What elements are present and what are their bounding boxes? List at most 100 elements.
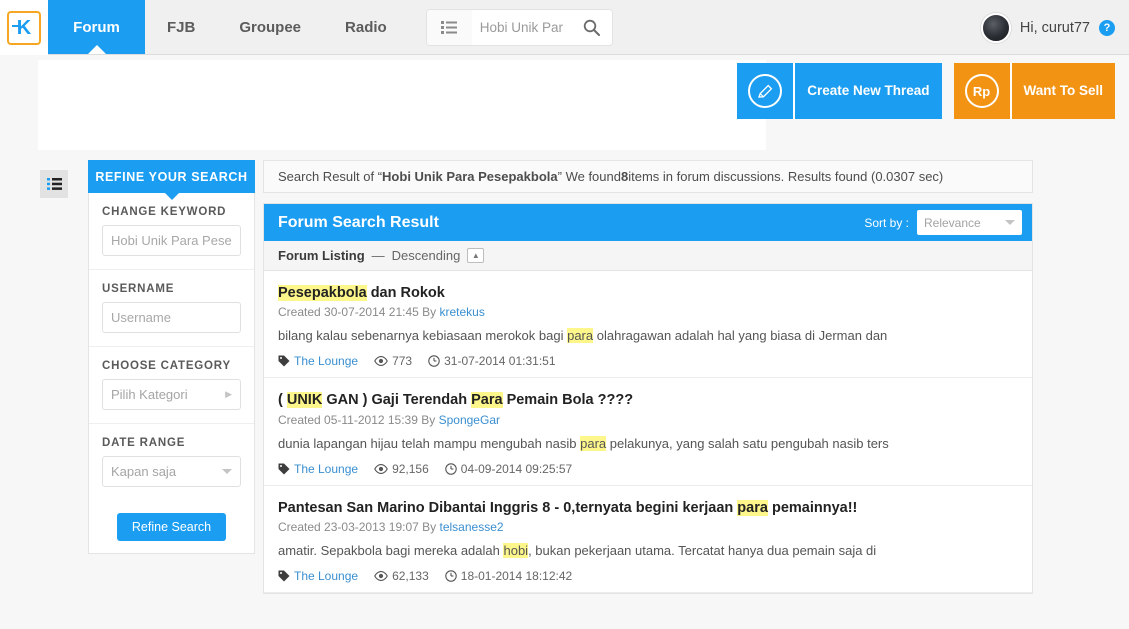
refine-select-2[interactable]: Pilih Kategori ▶ bbox=[102, 379, 241, 410]
clock-icon bbox=[428, 355, 440, 368]
chevron-down-icon bbox=[222, 469, 232, 474]
result-category[interactable]: The Lounge bbox=[278, 354, 358, 368]
result-meta: The Lounge 62,133 18-01-2014 18:12:42 bbox=[278, 569, 1018, 583]
refine-field-choose-category: CHOOSE CATEGORY Pilih Kategori ▶ bbox=[89, 347, 254, 424]
tag-icon-wrap bbox=[278, 463, 290, 475]
listing-order: Descending bbox=[391, 248, 461, 263]
want-to-sell-label: Want To Sell bbox=[1009, 63, 1115, 119]
list-icon bbox=[46, 178, 62, 190]
tag-icon bbox=[278, 570, 290, 582]
avatar[interactable] bbox=[980, 12, 1011, 43]
result-title-highlight: Para bbox=[471, 392, 503, 409]
result-category[interactable]: The Lounge bbox=[278, 569, 358, 583]
refine-field-label: DATE RANGE bbox=[102, 437, 186, 449]
result-title-text: pemainnya!! bbox=[767, 499, 858, 516]
created-date: 30-07-2014 21:45 bbox=[324, 305, 419, 320]
result-category-link[interactable]: The Lounge bbox=[294, 462, 358, 476]
refine-field-label: USERNAME bbox=[102, 283, 175, 295]
result-date-value: 04-09-2014 09:25:57 bbox=[460, 461, 573, 476]
tag-icon-wrap bbox=[278, 570, 290, 582]
refine-search-button[interactable]: Refine Search bbox=[116, 513, 227, 541]
result-title-text: GAN ) Gaji Terendah bbox=[322, 392, 472, 409]
refine-field-date-range: DATE RANGE Kapan saja bbox=[89, 424, 254, 500]
refine-field-label: CHANGE KEYWORD bbox=[102, 206, 227, 218]
result-snippet-text: amatir. Sepakbola bagi mereka adalah bbox=[278, 543, 504, 559]
result-snippet: bilang kalau sebenarnya kebiasaan meroko… bbox=[278, 327, 1018, 345]
create-new-thread-button[interactable]: Create New Thread bbox=[737, 63, 942, 119]
result-snippet-highlight: para bbox=[580, 435, 607, 451]
forum-search-result-panel: Forum Search Result Sort by : Relevance … bbox=[263, 203, 1033, 595]
refine-fields: CHANGE KEYWORD USERNAME CHOOSE CATEGORY Pil… bbox=[89, 193, 254, 500]
result-title[interactable]: Pesepakbola dan Rokok bbox=[278, 283, 1018, 303]
result-title-highlight: para bbox=[737, 499, 768, 516]
result-category[interactable]: The Lounge bbox=[278, 462, 358, 476]
site-logo[interactable]: K bbox=[0, 0, 48, 55]
sort-by-label: Sort by : bbox=[864, 215, 909, 230]
refine-field-label: CHOOSE CATEGORY bbox=[102, 360, 231, 372]
listing-order-bar: Forum Listing — Descending ▲ bbox=[264, 241, 1032, 271]
result-snippet-text: pelakunya, yang salah satu pengubah nasi… bbox=[606, 435, 889, 451]
sidebar-list-toggle-button[interactable] bbox=[40, 170, 68, 198]
result-created-line: Created 23-03-2013 19:07 By telsanesse2 bbox=[278, 520, 1018, 534]
refine-search-sidebar: REFINE YOUR SEARCH CHANGE KEYWORD USERNAM… bbox=[88, 160, 255, 554]
want-to-sell-button[interactable]: Rp Want To Sell bbox=[953, 63, 1115, 119]
result-title[interactable]: Pantesan San Marino Dibantai Inggris 8 -… bbox=[278, 498, 1018, 518]
sort-by-select[interactable]: Relevance bbox=[917, 210, 1022, 235]
clock-icon-wrap bbox=[428, 355, 440, 368]
result-item[interactable]: Pesepakbola dan Rokok Created 30-07-2014 … bbox=[264, 271, 1032, 379]
result-meta: The Lounge 773 31-07-2014 01:31:51 bbox=[278, 354, 1018, 368]
result-date-value: 18-01-2014 18:12:42 bbox=[460, 569, 573, 584]
results-column: Search Result of “Hobi Unik Para Pesepak… bbox=[263, 160, 1033, 595]
tag-icon bbox=[278, 355, 290, 367]
clock-icon bbox=[445, 463, 457, 475]
nav-tab-fjb[interactable]: FJB bbox=[145, 0, 218, 54]
eye-icon-wrap bbox=[374, 356, 388, 367]
pencil-icon-wrap bbox=[737, 63, 794, 119]
sort-direction-toggle[interactable]: ▲ bbox=[467, 248, 485, 263]
sort-by-control: Sort by : Relevance bbox=[864, 210, 1022, 235]
result-snippet: dunia lapangan hijau telah mampu menguba… bbox=[278, 435, 1018, 453]
page-title: Forum Search Result bbox=[278, 213, 439, 231]
result-category-link[interactable]: The Lounge bbox=[294, 569, 358, 583]
refine-input-0[interactable] bbox=[102, 225, 241, 256]
banner-row: Create New Thread Rp Want To Sell bbox=[0, 55, 1129, 155]
logo-icon: K bbox=[7, 10, 41, 45]
nav-tab-radio[interactable]: Radio bbox=[323, 0, 409, 54]
result-category-link[interactable]: The Lounge bbox=[294, 354, 358, 368]
result-item[interactable]: Pantesan San Marino Dibantai Inggris 8 -… bbox=[264, 486, 1032, 594]
result-author-link[interactable]: SpongeGar bbox=[439, 413, 500, 427]
nav-tabs: Forum FJB Groupee Radio bbox=[48, 0, 409, 54]
help-icon[interactable]: ? bbox=[1099, 19, 1115, 36]
eye-icon-wrap bbox=[374, 571, 388, 582]
result-title[interactable]: ( UNIK GAN ) Gaji Terendah Para Pemain B… bbox=[278, 390, 1018, 410]
result-title-text: Pantesan San Marino Dibantai Inggris 8 -… bbox=[278, 499, 738, 516]
refine-input-1[interactable] bbox=[102, 302, 241, 333]
list-icon bbox=[441, 20, 458, 34]
result-author-link[interactable]: kretekus bbox=[440, 305, 485, 319]
search-category-list-icon[interactable] bbox=[426, 9, 472, 45]
pencil-glyph bbox=[757, 84, 773, 98]
summary-query: Hobi Unik Para Pesepakbola bbox=[382, 169, 558, 184]
eye-icon bbox=[374, 571, 388, 582]
search-input[interactable] bbox=[471, 10, 572, 44]
result-views: 62,133 bbox=[374, 569, 429, 583]
result-created-line: Created 05-11-2012 15:39 By SpongeGar bbox=[278, 413, 1018, 427]
main-content: REFINE YOUR SEARCH CHANGE KEYWORD USERNAM… bbox=[0, 155, 1129, 629]
clock-icon-wrap bbox=[445, 570, 457, 583]
nav-tab-groupee[interactable]: Groupee bbox=[217, 0, 324, 54]
search-submit-button[interactable] bbox=[571, 9, 612, 45]
result-date: 18-01-2014 18:12:42 bbox=[445, 569, 572, 583]
result-date-value: 31-07-2014 01:31:51 bbox=[444, 354, 556, 369]
by-label: By bbox=[421, 412, 436, 427]
nav-tab-forum[interactable]: Forum bbox=[48, 0, 145, 54]
user-menu[interactable]: Hi, curut77 ? bbox=[980, 0, 1115, 55]
refine-search-tab[interactable]: REFINE YOUR SEARCH bbox=[88, 160, 255, 193]
chevron-down-icon bbox=[1005, 220, 1015, 225]
result-item[interactable]: ( UNIK GAN ) Gaji Terendah Para Pemain B… bbox=[264, 378, 1032, 486]
result-author-link[interactable]: telsanesse2 bbox=[440, 520, 504, 534]
create-new-thread-label: Create New Thread bbox=[793, 63, 942, 119]
chevron-right-icon: ▶ bbox=[225, 389, 232, 399]
refine-select-3[interactable]: Kapan saja bbox=[102, 456, 241, 487]
by-label: By bbox=[422, 520, 437, 535]
user-greeting: Hi, curut77 bbox=[1019, 19, 1090, 36]
